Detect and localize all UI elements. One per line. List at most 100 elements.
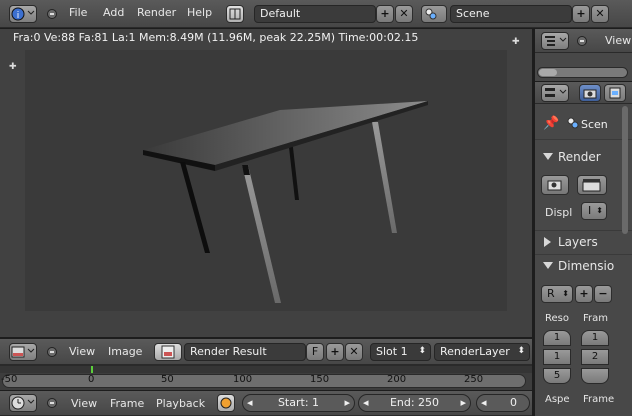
arrow-left-icon[interactable]: ◂ — [481, 396, 487, 410]
area-splitter[interactable] — [532, 29, 535, 416]
timeline-top-strip — [0, 366, 532, 373]
arrow-left-icon[interactable]: ◂ — [247, 396, 253, 410]
current-frame-marker[interactable] — [91, 366, 93, 373]
start-frame-value: Start: 1 — [277, 396, 320, 409]
arrow-left-icon[interactable]: ◂ — [363, 396, 369, 410]
menu-add[interactable]: Add — [103, 6, 124, 19]
outliner-header: View — [535, 29, 632, 53]
outliner-icon — [545, 36, 567, 46]
arrow-right-icon[interactable]: ▸ — [460, 396, 466, 410]
clapperboard-icon — [582, 179, 601, 192]
camera-icon — [547, 180, 562, 191]
resolution-y-field[interactable]: 1 — [543, 349, 571, 365]
render-layers-icon — [609, 87, 621, 99]
image-editor-header: View Image Render Result F + ✕ Slot 1 ⬍ … — [0, 339, 532, 365]
outliner-scrollbar[interactable] — [537, 67, 628, 78]
rendered-table — [143, 101, 428, 303]
collapse-menu-icon[interactable] — [577, 36, 587, 46]
render-tab-button[interactable] — [579, 84, 601, 102]
dimensions-panel-title[interactable]: Dimensio — [558, 259, 614, 273]
slot-select[interactable]: Slot 1 ⬍ — [370, 343, 431, 361]
pin-icon[interactable]: 📌 — [543, 116, 559, 131]
tick-neg50: -50 — [1, 374, 18, 385]
properties-header — [535, 82, 632, 104]
menu-playback[interactable]: Playback — [156, 397, 205, 410]
image-name-field[interactable]: Render Result — [184, 343, 306, 361]
display-label: Displ — [545, 206, 573, 219]
svg-text:i: i — [17, 11, 20, 21]
scene-name-field[interactable]: Scene — [450, 5, 572, 23]
frame-step-field[interactable] — [581, 368, 609, 384]
image-editor-type-button[interactable] — [9, 343, 37, 361]
resolution-percent-field[interactable]: 5 — [543, 368, 571, 384]
menu-image[interactable]: Image — [108, 345, 142, 358]
layers-panel-title[interactable]: Layers — [558, 235, 598, 249]
clock-icon — [11, 396, 35, 410]
layers-panel-toggle-icon[interactable] — [544, 237, 551, 247]
start-frame-field[interactable]: ◂ Start: 1 ▸ — [242, 394, 355, 412]
collapse-menu-icon[interactable] — [47, 347, 57, 357]
menu-file[interactable]: File — [69, 6, 87, 19]
tick-0: 0 — [88, 374, 95, 385]
render-layer-select[interactable]: RenderLayer ⬍ — [434, 343, 530, 361]
resolution-x-field[interactable]: 1 — [543, 330, 571, 346]
layout-grid-icon — [229, 8, 241, 20]
scene-browse-button[interactable] — [421, 5, 447, 23]
add-layout-button[interactable]: + — [376, 5, 394, 23]
scene-context-label[interactable]: Scen — [581, 118, 608, 131]
dimensions-panel-toggle-icon[interactable] — [543, 262, 553, 269]
screen-layout-button[interactable] — [226, 5, 244, 23]
preview-range-button[interactable] — [217, 394, 235, 412]
unlink-image-button[interactable]: ✕ — [345, 343, 363, 361]
frame-start-field[interactable]: 1 — [581, 330, 609, 346]
clock-icon — [220, 397, 232, 409]
aspect-label: Aspe — [545, 394, 570, 405]
slot-value: Slot 1 — [376, 345, 408, 358]
screen-layout-field[interactable]: Default — [254, 5, 376, 23]
render-still-button[interactable] — [541, 175, 569, 195]
properties-editor-type-button[interactable] — [541, 84, 569, 102]
timeline-editor-type-button[interactable] — [9, 394, 37, 412]
add-preset-button[interactable]: + — [575, 285, 593, 303]
end-frame-field[interactable]: ◂ End: 250 ▸ — [358, 394, 471, 412]
current-frame-field[interactable]: ◂ 0 — [476, 394, 530, 412]
collapse-menu-icon[interactable] — [47, 9, 57, 19]
delete-scene-button[interactable]: ✕ — [591, 5, 609, 23]
menu-view[interactable]: View — [69, 345, 95, 358]
timeline-area[interactable]: -50 0 50 100 150 200 250 — [0, 365, 532, 390]
info-editor-type-button[interactable]: i — [9, 5, 37, 23]
frame-end-field[interactable]: 2 — [581, 349, 609, 365]
timeline-scrollbar[interactable] — [2, 374, 526, 388]
scene-icon — [425, 8, 437, 20]
image-editor-viewport[interactable]: Fra:0 Ve:88 Fa:81 La:1 Mem:8.49M (11.96M… — [0, 29, 532, 337]
arrow-right-icon[interactable]: ▸ — [344, 396, 350, 410]
scene-tab-button[interactable] — [604, 84, 626, 102]
collapse-menu-icon[interactable] — [47, 398, 57, 408]
viewport-plus-icon-left[interactable]: ✚ — [9, 62, 17, 72]
scrollbar-thumb[interactable] — [539, 69, 557, 76]
render-panel-title[interactable]: Render — [558, 150, 601, 164]
remove-preset-button[interactable]: − — [594, 285, 612, 303]
render-preset-select[interactable]: R ⬍ — [541, 285, 573, 303]
tick-100: 100 — [233, 374, 253, 385]
properties-scrollbar[interactable] — [622, 106, 628, 234]
camera-icon — [583, 89, 597, 99]
fake-user-button[interactable]: F — [306, 343, 324, 361]
image-browse-button[interactable] — [154, 343, 182, 361]
menu-help[interactable]: Help — [187, 6, 212, 19]
menu-view[interactable]: View — [605, 34, 631, 47]
menu-render[interactable]: Render — [137, 6, 176, 19]
render-panel-toggle-icon[interactable] — [543, 153, 553, 160]
new-image-button[interactable]: + — [326, 343, 344, 361]
render-result-image — [25, 50, 507, 311]
render-animation-button[interactable] — [577, 175, 607, 195]
menu-frame[interactable]: Frame — [110, 397, 144, 410]
outliner-editor-type-button[interactable] — [541, 32, 569, 50]
tick-250: 250 — [464, 374, 484, 385]
add-scene-button[interactable]: + — [572, 5, 590, 23]
menu-view[interactable]: View — [71, 397, 97, 410]
viewport-plus-icon-right[interactable]: ✚ — [512, 37, 520, 47]
display-select[interactable]: I ⬍ — [581, 202, 607, 220]
end-frame-value: End: 250 — [389, 396, 440, 409]
delete-layout-button[interactable]: ✕ — [395, 5, 413, 23]
